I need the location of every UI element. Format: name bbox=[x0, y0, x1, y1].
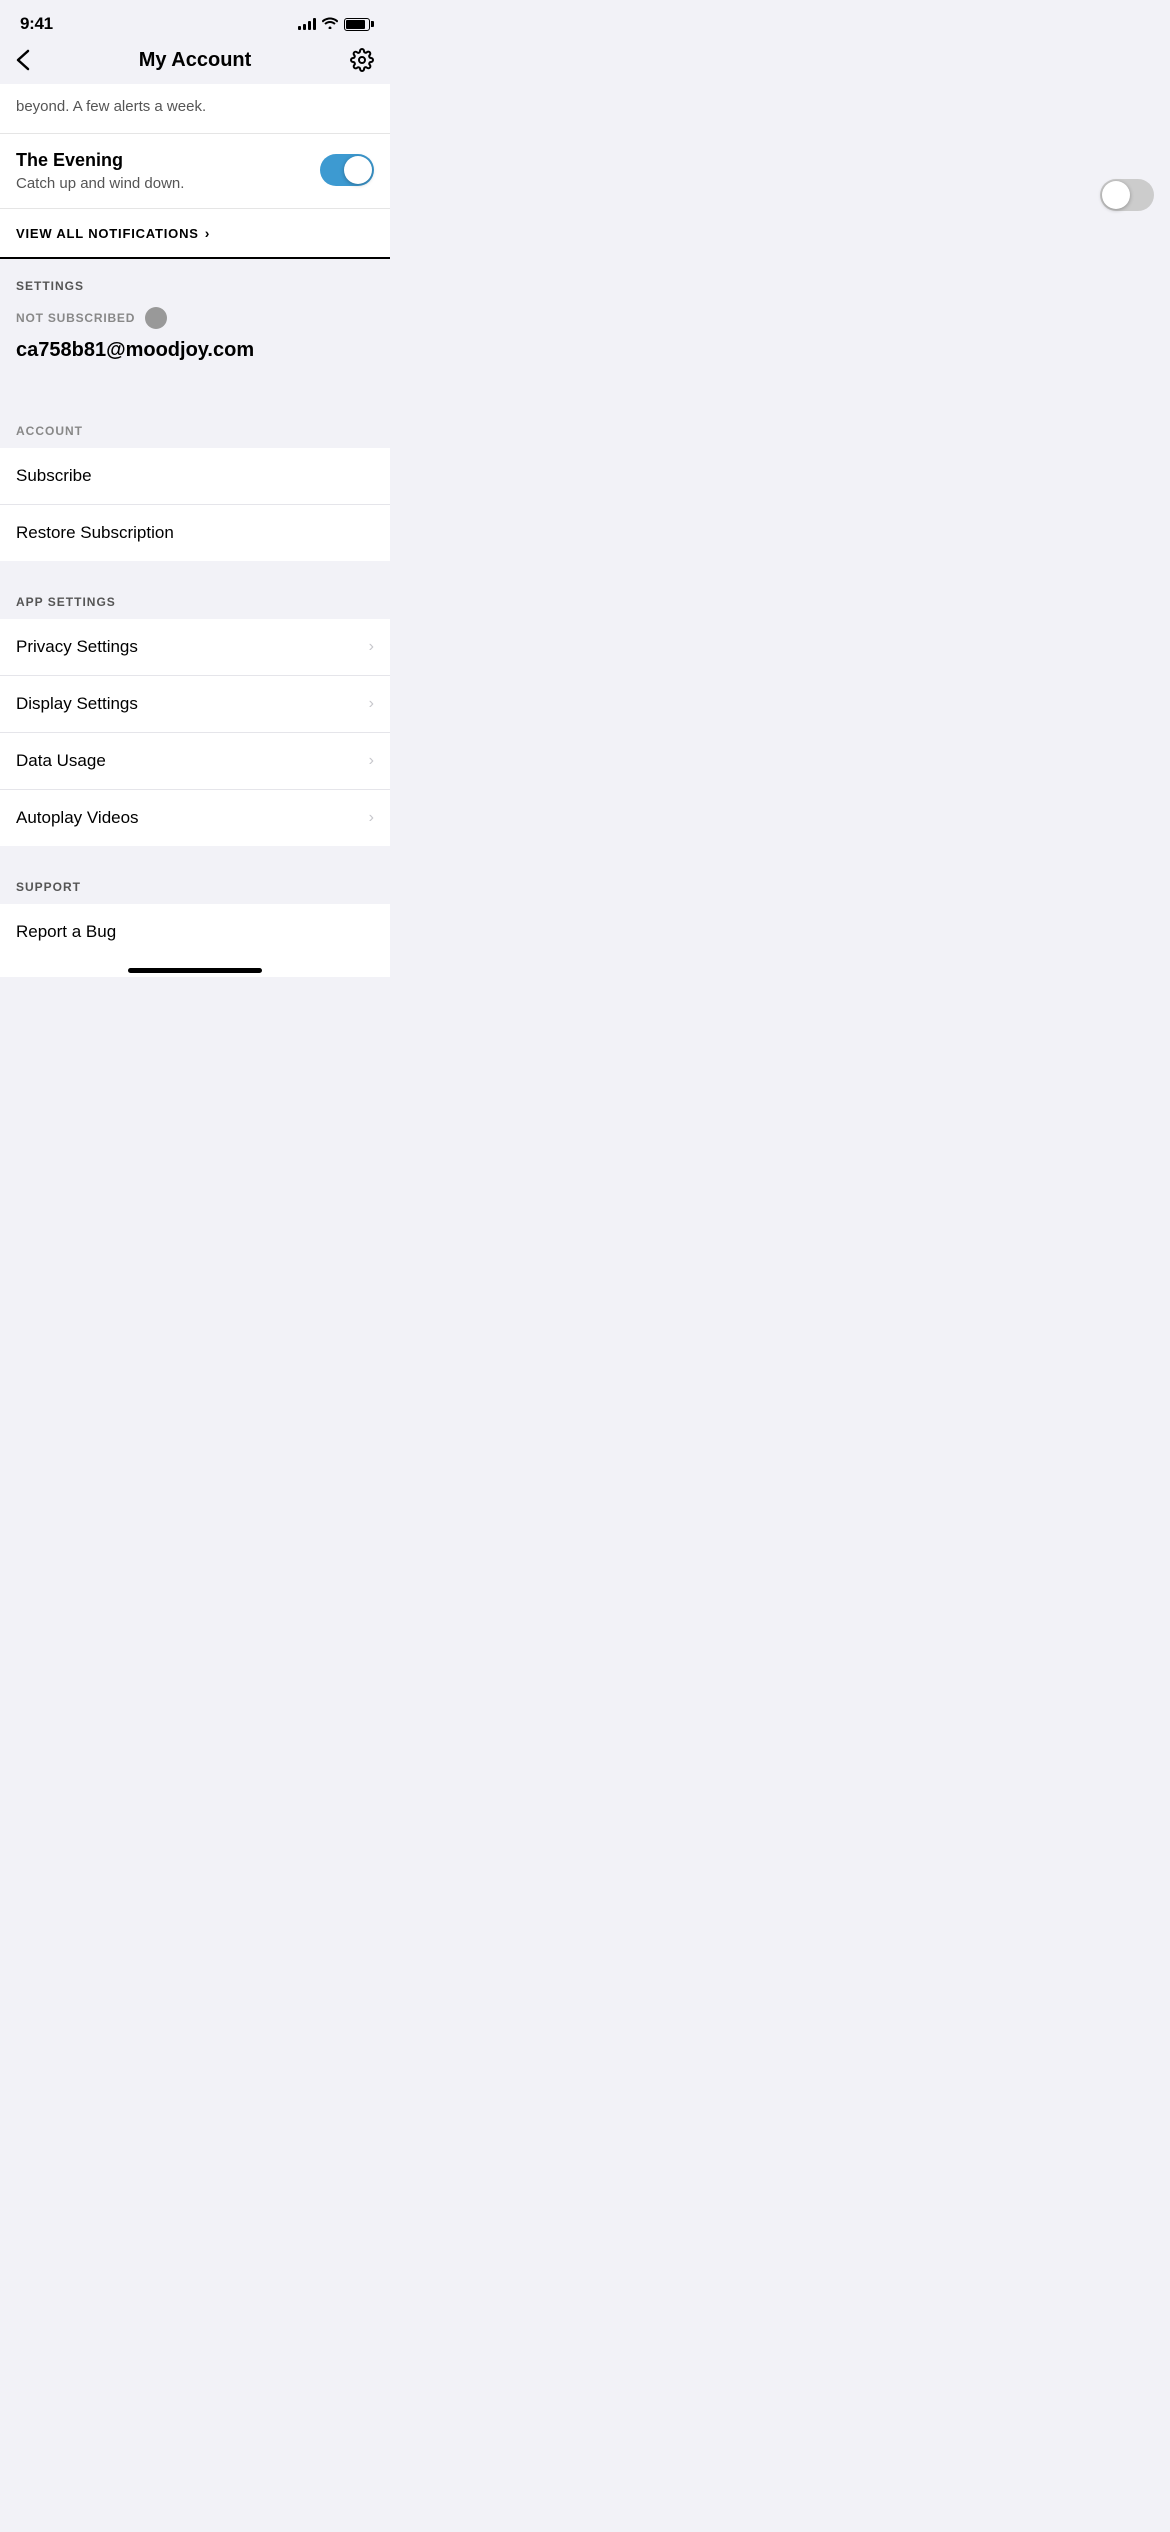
account-section-header: ACCOUNT bbox=[0, 402, 390, 448]
support-section-header: SUPPORT bbox=[0, 870, 390, 904]
restore-subscription-item[interactable]: Restore Subscription bbox=[0, 505, 390, 561]
evening-notification-row: The Evening Catch up and wind down. bbox=[0, 134, 390, 209]
partial-description-text: beyond. A few alerts a week. bbox=[16, 98, 206, 115]
autoplay-videos-item[interactable]: Autoplay Videos › bbox=[0, 790, 390, 846]
evening-description: Catch up and wind down. bbox=[16, 175, 184, 192]
account-gap bbox=[0, 378, 390, 402]
support-gap bbox=[0, 846, 390, 870]
status-bar: 9:41 bbox=[0, 0, 390, 40]
settings-section-header: SETTINGS bbox=[0, 259, 390, 303]
evening-title: The Evening bbox=[16, 150, 184, 171]
report-bug-item[interactable]: Report a Bug bbox=[0, 904, 390, 960]
autoplay-videos-chevron-icon: › bbox=[369, 809, 374, 827]
subscribe-item[interactable]: Subscribe bbox=[0, 448, 390, 505]
status-time: 9:41 bbox=[20, 14, 53, 34]
support-label: SUPPORT bbox=[16, 880, 81, 894]
app-settings-gap bbox=[0, 561, 390, 585]
subscription-status-dot bbox=[145, 307, 167, 329]
data-usage-chevron-icon: › bbox=[369, 752, 374, 770]
view-all-notifications-link[interactable]: VIEW ALL NOTIFICATIONS › bbox=[0, 209, 390, 257]
page-title: My Account bbox=[56, 49, 334, 72]
above-toggle[interactable] bbox=[1100, 179, 1154, 211]
gear-button[interactable] bbox=[334, 48, 374, 72]
display-settings-chevron-icon: › bbox=[369, 695, 374, 713]
bottom-bar bbox=[0, 960, 390, 977]
signal-icon bbox=[298, 18, 316, 30]
home-indicator bbox=[128, 968, 262, 973]
email-address: ca758b81@moodjoy.com bbox=[0, 337, 390, 378]
privacy-settings-item[interactable]: Privacy Settings › bbox=[0, 619, 390, 676]
status-icons bbox=[298, 16, 370, 32]
app-settings-section-header: APP SETTINGS bbox=[0, 585, 390, 619]
report-bug-label: Report a Bug bbox=[16, 922, 116, 942]
not-subscribed-label: NOT SUBSCRIBED bbox=[16, 311, 135, 325]
back-button[interactable] bbox=[16, 49, 56, 71]
app-settings-list-group: Privacy Settings › Display Settings › Da… bbox=[0, 619, 390, 846]
privacy-settings-label: Privacy Settings bbox=[16, 637, 138, 657]
partial-top-section: beyond. A few alerts a week. bbox=[0, 84, 390, 134]
view-all-chevron-icon: › bbox=[205, 225, 210, 241]
evening-toggle[interactable] bbox=[320, 154, 374, 186]
data-usage-label: Data Usage bbox=[16, 751, 106, 771]
wifi-icon bbox=[322, 16, 338, 32]
settings-label: SETTINGS bbox=[16, 279, 84, 293]
subscription-status-row: NOT SUBSCRIBED bbox=[0, 303, 390, 337]
account-list-group: Subscribe Restore Subscription bbox=[0, 448, 390, 561]
content-area: beyond. A few alerts a week. The Evening… bbox=[0, 84, 390, 960]
display-settings-label: Display Settings bbox=[16, 694, 138, 714]
autoplay-videos-label: Autoplay Videos bbox=[16, 808, 139, 828]
subscribe-label: Subscribe bbox=[16, 466, 92, 486]
support-list-group: Report a Bug bbox=[0, 904, 390, 960]
nav-bar: My Account bbox=[0, 40, 390, 84]
battery-icon bbox=[344, 18, 370, 31]
privacy-settings-chevron-icon: › bbox=[369, 638, 374, 656]
app-settings-label: APP SETTINGS bbox=[16, 595, 116, 609]
display-settings-item[interactable]: Display Settings › bbox=[0, 676, 390, 733]
data-usage-item[interactable]: Data Usage › bbox=[0, 733, 390, 790]
restore-subscription-label: Restore Subscription bbox=[16, 523, 174, 543]
account-label: ACCOUNT bbox=[16, 424, 83, 438]
view-all-label: VIEW ALL NOTIFICATIONS bbox=[16, 226, 199, 241]
